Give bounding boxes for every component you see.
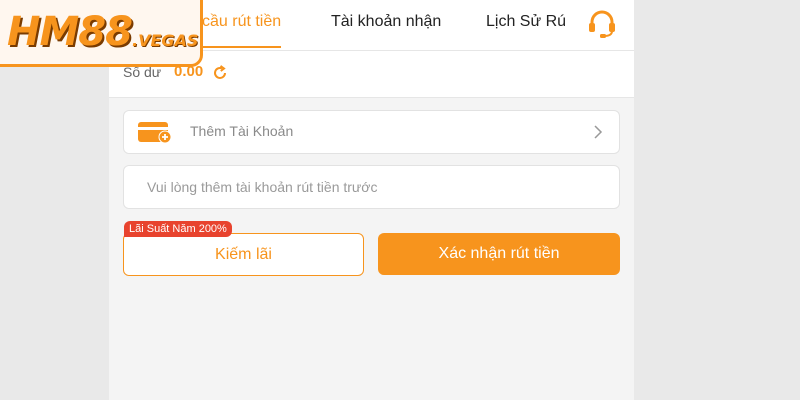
earn-interest-button[interactable]: Kiếm lãi (123, 233, 364, 276)
confirm-withdraw-button[interactable]: Xác nhận rút tiền (378, 233, 620, 275)
interest-rate-badge: Lãi Suất Năm 200% (124, 221, 232, 237)
add-account-label: Thêm Tài Khoản (190, 123, 294, 139)
tab-history[interactable]: Lịch Sử Rú (486, 0, 566, 48)
headset-icon[interactable] (586, 9, 618, 39)
refresh-icon[interactable] (211, 64, 229, 82)
withdraw-account-field[interactable]: Vui lòng thêm tài khoản rút tiền trước (123, 165, 620, 209)
chevron-right-icon (593, 124, 603, 140)
wallet-add-icon (137, 120, 173, 144)
brand-logo: HM88 .VEGAS (0, 0, 203, 67)
withdraw-page: cầu rút tiền Tài khoản nhận Lịch Sử Rú S… (0, 0, 800, 400)
tab-label: cầu rút tiền (202, 13, 282, 30)
earn-interest-label: Kiếm lãi (215, 246, 272, 263)
add-account-row[interactable]: Thêm Tài Khoản (123, 110, 620, 154)
tab-label: Tài khoản nhận (331, 13, 442, 30)
tab-receiving-account[interactable]: Tài khoản nhận (331, 0, 441, 48)
logo-main-text: HM88 (7, 9, 133, 55)
logo-sub-text: .VEGAS (132, 31, 199, 50)
tab-withdraw-request[interactable]: cầu rút tiền (202, 0, 282, 48)
confirm-withdraw-label: Xác nhận rút tiền (438, 245, 560, 262)
withdraw-account-hint: Vui lòng thêm tài khoản rút tiền trước (147, 179, 378, 195)
tab-label: Lịch Sử Rú (486, 13, 567, 30)
active-tab-indicator (202, 46, 282, 48)
